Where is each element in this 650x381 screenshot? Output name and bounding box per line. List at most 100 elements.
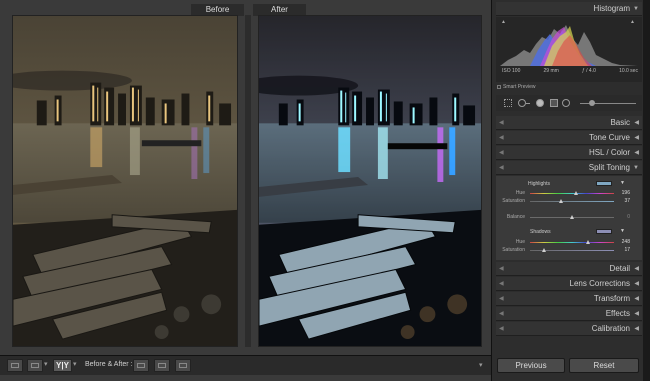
panel-toggle-icon: ◀ (499, 135, 504, 141)
panel-hsl[interactable]: ◀ HSL / Color ◀ (496, 146, 642, 160)
bottom-toolbar: ▾ Y|Y ▾ Before & After : ▾ (0, 355, 491, 375)
highlights-hue-value[interactable]: 196 (616, 190, 630, 196)
radial-filter-icon[interactable] (562, 99, 570, 107)
histogram: ▲ ▲ ISO 100 29 mm ƒ / 4.0 10.0 sec (496, 17, 642, 82)
previous-button[interactable]: Previous (497, 358, 565, 373)
before-image (13, 16, 237, 346)
panel-detail[interactable]: ◀ Detail ◀ (496, 262, 642, 276)
shadows-saturation-label: Saturation (502, 247, 525, 253)
expand-icon: ◀ (634, 281, 639, 287)
panel-effects-label: Effects (605, 309, 630, 318)
histogram-graph (500, 25, 638, 66)
highlights-saturation-knob[interactable] (559, 199, 564, 203)
panel-basic[interactable]: ◀ Basic ◀ (496, 116, 642, 130)
swap-before-after-button[interactable] (175, 359, 191, 372)
panel-basic-label: Basic (610, 118, 630, 127)
chevron-down-icon[interactable]: ▾ (73, 360, 77, 368)
shadows-hue-slider[interactable] (530, 242, 614, 243)
iso-value: ISO 100 (502, 68, 521, 74)
eyedropper-icon[interactable]: ▼ (620, 228, 625, 234)
before-photo[interactable] (12, 15, 238, 347)
aperture-value: ƒ / 4.0 (581, 68, 596, 74)
panel-transform-label: Transform (593, 294, 630, 303)
panel-color-label[interactable]: Color (611, 148, 630, 157)
compare-mode-button[interactable]: Y|Y (53, 359, 72, 372)
expand-icon: ◀ (634, 120, 639, 126)
develop-panel: Histogram ▼ ▲ ▲ ISO 100 29 mm ƒ / 4.0 10… (491, 0, 650, 381)
highlights-hue-slider[interactable] (530, 193, 614, 194)
panel-hsl-separator: / (604, 148, 611, 157)
panel-toggle-icon: ◀ (499, 266, 504, 272)
shadows-hue-value[interactable]: 248 (616, 239, 630, 245)
panel-toggle-icon: ◀ (499, 281, 504, 287)
panel-split-toning-label: Split Toning (588, 163, 630, 172)
expand-icon: ◀ (634, 266, 639, 272)
shadows-saturation-value[interactable]: 17 (616, 247, 630, 253)
panel-calibration[interactable]: ◀ Calibration ◀ (496, 322, 642, 336)
compare-divider (245, 15, 251, 347)
highlights-saturation-value[interactable]: 37 (616, 198, 630, 204)
highlights-saturation-label: Saturation (502, 198, 525, 204)
after-photo[interactable] (258, 15, 482, 347)
loupe-view-button[interactable] (7, 359, 23, 372)
shadows-label: Shadows (530, 229, 551, 235)
panel-toggle-icon: ◀ (499, 150, 504, 156)
panel-scrollbar[interactable] (643, 0, 650, 381)
panel-toggle-icon: ◀ (499, 326, 504, 332)
red-eye-icon[interactable] (536, 99, 544, 107)
panel-lens-corrections[interactable]: ◀ Lens Corrections ◀ (496, 277, 642, 291)
compare-view: Before After ▾ Y|Y ▾ Before & After: ▾ (0, 0, 491, 381)
panel-calibration-label: Calibration (591, 324, 630, 333)
histogram-header[interactable]: Histogram ▼ (496, 2, 642, 16)
balance-knob[interactable] (570, 215, 574, 219)
expand-icon: ◀ (634, 326, 639, 332)
panel-toggle-icon: ◀ (499, 120, 504, 126)
panel-toggle-icon: ◀ (499, 165, 504, 171)
toolbar-menu-icon[interactable]: ▾ (479, 361, 483, 369)
histogram-title: Histogram (593, 4, 630, 13)
panel-detail-label: Detail (609, 264, 630, 273)
spot-removal-tail (526, 103, 530, 104)
shutter-value: 10.0 sec (619, 68, 638, 74)
split-toning-body: Highlights ▼ Hue 196 Saturation 37 Balan… (496, 176, 642, 260)
reset-button[interactable]: Reset (569, 358, 639, 373)
shadows-color-swatch[interactable] (596, 229, 612, 234)
panel-hsl-label[interactable]: HSL (589, 148, 604, 157)
expand-icon: ◀ (634, 135, 639, 141)
panel-tone-curve[interactable]: ◀ Tone Curve ◀ (496, 131, 642, 145)
highlights-saturation-slider[interactable] (530, 201, 614, 202)
panel-toggle-icon: ◀ (499, 311, 504, 317)
collapse-icon: ▼ (633, 6, 639, 12)
expand-icon: ◀ (634, 311, 639, 317)
highlights-hue-label: Hue (515, 190, 525, 196)
eyedropper-icon[interactable]: ▼ (620, 180, 625, 186)
balance-value[interactable]: 0 (616, 214, 630, 220)
after-image (259, 16, 481, 346)
highlights-color-swatch[interactable] (596, 181, 612, 186)
survey-view-button[interactable] (27, 359, 43, 372)
adjustment-brush-icon[interactable] (589, 100, 595, 106)
copy-before-to-after-button[interactable] (133, 359, 149, 372)
balance-label: Balance (506, 214, 525, 220)
graduated-filter-icon[interactable] (550, 99, 558, 107)
panel-transform[interactable]: ◀ Transform ◀ (496, 292, 642, 306)
shadows-saturation-knob[interactable] (542, 248, 547, 252)
tool-strip (496, 95, 642, 111)
copy-after-to-before-button[interactable] (154, 359, 170, 372)
highlights-label: Highlights (528, 181, 550, 187)
panel-split-toning[interactable]: ◀ Split Toning ▼ (496, 161, 642, 175)
panel-toggle-icon: ◀ (499, 296, 504, 302)
shadows-hue-knob[interactable] (585, 240, 590, 244)
panel-effects[interactable]: ◀ Effects ◀ (496, 307, 642, 321)
spot-removal-icon[interactable] (518, 99, 526, 107)
smart-preview-checkbox[interactable] (497, 85, 501, 89)
focal-length-value: 29 mm (543, 68, 559, 74)
collapse-icon: ▼ (633, 165, 639, 171)
crop-tool-icon[interactable] (504, 99, 512, 107)
panel-tone-curve-label: Tone Curve (589, 133, 630, 142)
shadows-hue-label: Hue (515, 239, 525, 245)
panel-lens-corrections-label: Lens Corrections (569, 279, 630, 288)
highlights-hue-knob[interactable] (573, 191, 578, 195)
chevron-down-icon[interactable]: ▾ (44, 360, 48, 368)
expand-icon: ◀ (634, 296, 639, 302)
